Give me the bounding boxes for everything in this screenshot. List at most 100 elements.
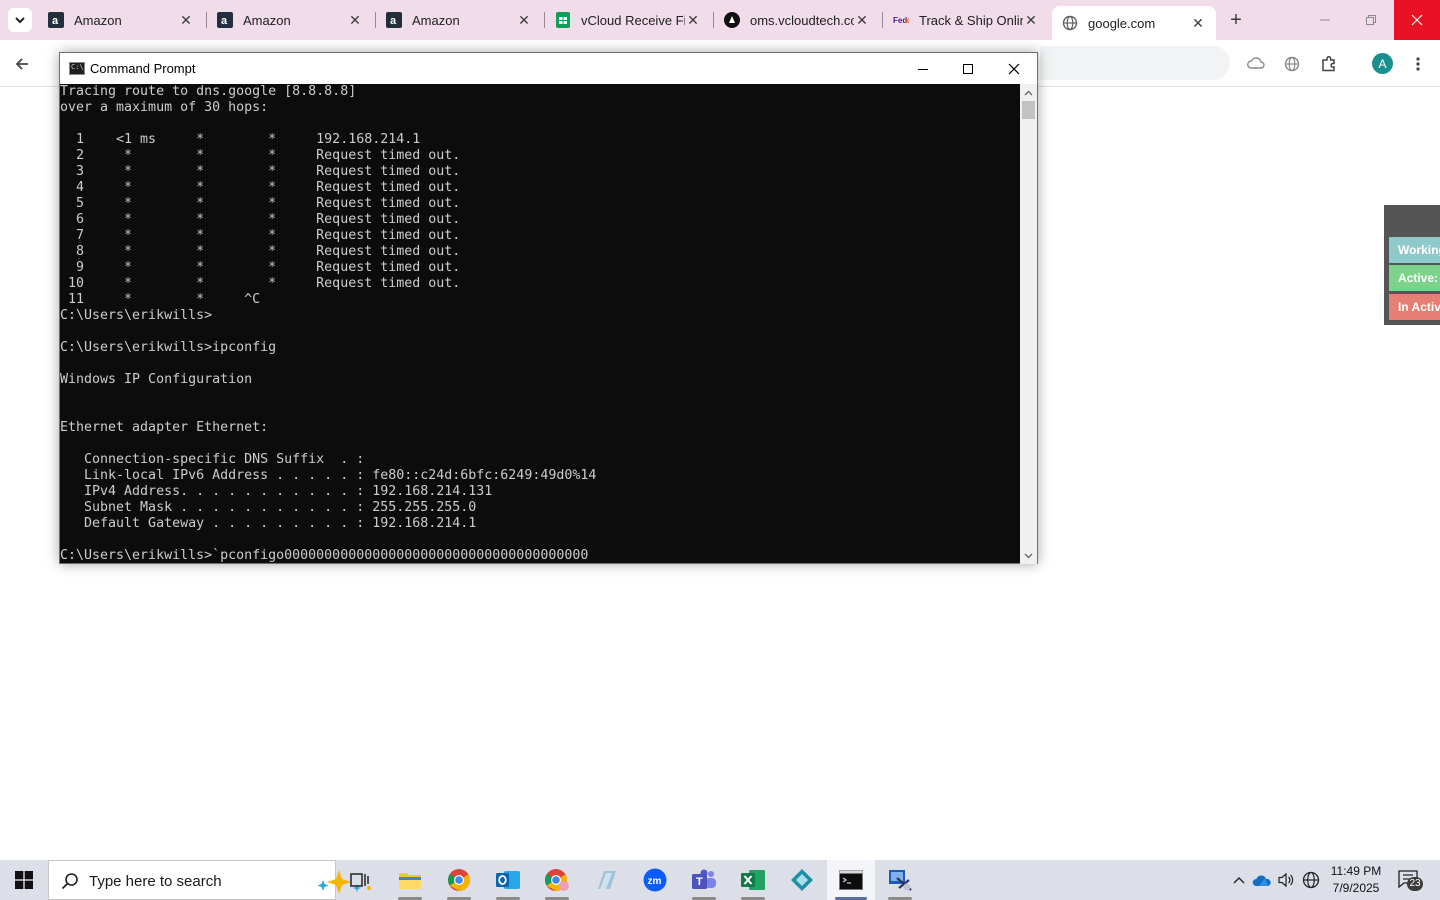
console-line: C:\Users\erikwills>`pconfigo000000000000… — [60, 548, 589, 563]
taskbar-task-view[interactable] — [336, 860, 384, 900]
browser-close-button[interactable] — [1394, 0, 1440, 40]
console-line: Windows IP Configuration — [60, 372, 253, 387]
taskbar-command-prompt[interactable] — [827, 860, 875, 900]
amazon-icon: a — [386, 12, 402, 28]
extension-button-2[interactable] — [1278, 50, 1306, 78]
onedrive-tray-button[interactable] — [1252, 870, 1272, 890]
taskbar-file-explorer[interactable] — [386, 860, 434, 900]
command-prompt-window[interactable]: C:\ Command Prompt Tracing route to dns.… — [59, 52, 1038, 564]
taskbar-chrome-profile[interactable] — [533, 860, 581, 900]
tab-title: oms.vcloudtech.com — [750, 12, 854, 28]
tab-amazon-2[interactable]: a Amazon ✕ — [207, 0, 373, 40]
console-line: 9 * * * Request timed out. — [60, 260, 461, 275]
back-button[interactable] — [8, 50, 36, 78]
windows-logo-icon — [15, 871, 33, 889]
tab-title: Track & Ship Online — [919, 12, 1023, 28]
browser-restore-button[interactable] — [1348, 0, 1394, 40]
minimize-icon — [918, 68, 928, 70]
remote-desktop-icon — [889, 870, 912, 891]
notification-center-button[interactable]: 23 — [1398, 870, 1424, 891]
profile-avatar[interactable]: A — [1372, 53, 1393, 74]
chevron-up-icon — [1024, 90, 1033, 95]
active-status-button[interactable]: Active: — [1389, 265, 1440, 291]
tab-google[interactable]: google.com ✕ — [1052, 6, 1216, 40]
cmd-title-bar[interactable]: C:\ Command Prompt — [60, 53, 1037, 84]
console-line: C:\Users\erikwills>ipconfig — [60, 340, 277, 355]
console-line: Connection-specific DNS Suffix . : — [60, 452, 365, 467]
console-line: 6 * * * Request timed out. — [60, 212, 461, 227]
show-hidden-icons-button[interactable] — [1229, 870, 1249, 890]
search-icon — [61, 873, 78, 890]
taskbar-clock[interactable]: 11:49 PM 7/9/2025 — [1330, 863, 1382, 897]
taskbar-excel[interactable] — [729, 860, 777, 900]
sheets-icon — [555, 12, 571, 28]
status-side-panel: Working Active: In Active — [1384, 205, 1440, 325]
console-line: over a maximum of 30 hops: — [60, 100, 269, 115]
tab-close-button[interactable]: ✕ — [516, 12, 532, 28]
browser-minimize-button[interactable] — [1302, 0, 1348, 40]
globe-icon — [1062, 15, 1078, 31]
tab-amazon-1[interactable]: a Amazon ✕ — [38, 0, 204, 40]
svg-text:zm: zm — [648, 876, 662, 887]
more-vertical-icon — [1416, 57, 1420, 71]
taskbar-chrome[interactable] — [435, 860, 483, 900]
browser-menu-button[interactable] — [1404, 50, 1432, 78]
onedrive-icon — [1252, 875, 1271, 886]
scroll-thumb[interactable] — [1022, 101, 1035, 119]
tab-amazon-3[interactable]: a Amazon ✕ — [376, 0, 542, 40]
tab-fedex-track[interactable]: Fed x Track & Ship Online ✕ — [883, 0, 1049, 40]
working-status-button[interactable]: Working — [1389, 237, 1440, 263]
tab-close-button[interactable]: ✕ — [685, 12, 701, 28]
cmd-scrollbar[interactable] — [1020, 84, 1037, 564]
taskbar-search-box[interactable]: Type here to search — [48, 860, 371, 900]
start-button[interactable] — [0, 860, 48, 900]
taskbar-remote-desktop[interactable] — [876, 860, 924, 900]
svg-text:x: x — [905, 16, 909, 25]
tab-close-button[interactable]: ✕ — [347, 12, 363, 28]
cmd-console-area[interactable]: Tracing route to dns.google [8.8.8.8] ove… — [60, 84, 1020, 564]
tab-vcloud-receive-file[interactable]: vCloud Receive File ✕ — [545, 0, 711, 40]
cmd-minimize-button[interactable] — [900, 53, 946, 84]
scroll-up-button[interactable] — [1020, 84, 1037, 101]
console-line: 7 * * * Request timed out. — [60, 228, 461, 243]
network-tray-button[interactable] — [1301, 870, 1321, 890]
tab-search-button[interactable] — [8, 8, 32, 32]
notification-count-badge: 23 — [1407, 877, 1423, 891]
cmd-close-button[interactable] — [991, 53, 1037, 84]
scroll-down-button[interactable] — [1020, 547, 1037, 564]
amazon-icon: a — [217, 12, 233, 28]
console-line: 3 * * * Request timed out. — [60, 164, 461, 179]
volume-tray-button[interactable] — [1276, 870, 1296, 890]
tab-close-button[interactable]: ✕ — [1023, 12, 1039, 28]
taskbar-outlook[interactable] — [484, 860, 532, 900]
taskbar-teams[interactable]: T — [680, 860, 728, 900]
vcloud-icon — [724, 12, 740, 28]
pencil-note-icon — [598, 871, 616, 889]
taskbar-app-diamond[interactable] — [778, 860, 826, 900]
tab-title: Amazon — [412, 12, 460, 28]
cmd-maximize-button[interactable] — [945, 53, 991, 84]
console-line: 8 * * * Request timed out. — [60, 244, 461, 259]
teams-icon: T — [692, 869, 716, 889]
tab-oms-vcloudtech[interactable]: oms.vcloudtech.com ✕ — [714, 0, 880, 40]
amazon-icon: a — [48, 12, 64, 28]
svg-text:T: T — [696, 876, 703, 888]
tab-title: google.com — [1088, 15, 1156, 31]
new-tab-button[interactable]: + — [1224, 8, 1248, 32]
tab-close-button[interactable]: ✕ — [854, 12, 870, 28]
extension-button-1[interactable] — [1242, 50, 1270, 78]
taskbar-zoom[interactable]: zm — [631, 860, 679, 900]
chevron-up-icon — [1233, 877, 1245, 884]
cloud-extension-icon — [1247, 57, 1265, 69]
taskbar-notes-app[interactable] — [582, 860, 630, 900]
diamond-app-icon — [791, 869, 813, 891]
tab-close-button[interactable]: ✕ — [178, 12, 194, 28]
browser-tab-strip: a Amazon ✕ a Amazon ✕ a Amazon ✕ vCloud … — [0, 0, 1440, 40]
tab-close-button[interactable]: ✕ — [1190, 15, 1206, 31]
inactive-status-button[interactable]: In Active — [1389, 294, 1440, 320]
extensions-button[interactable] — [1315, 50, 1343, 78]
address-bar[interactable] — [1040, 46, 1230, 80]
